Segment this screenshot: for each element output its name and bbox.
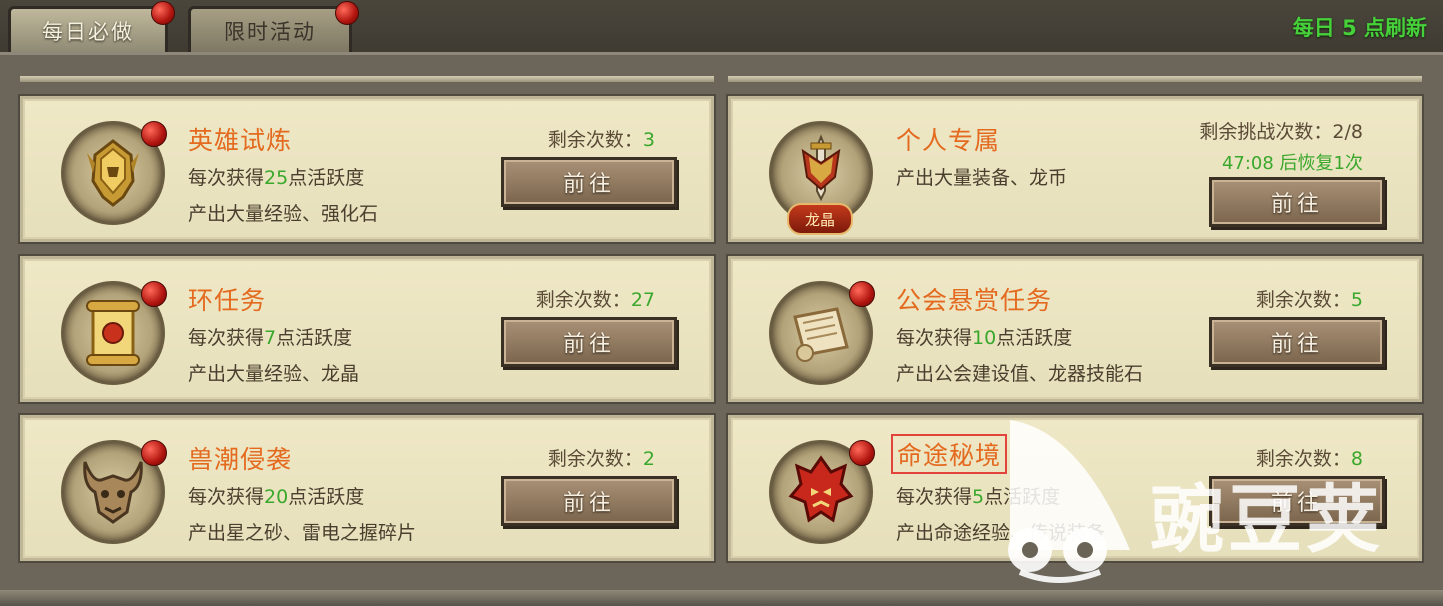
activity-output-line: 产出大量经验、强化石 (188, 203, 379, 225)
activity-title: 命途秘境 (891, 434, 1008, 474)
tab-daily-label: 每日必做 (42, 19, 134, 44)
activity-title: 个人专属 (896, 126, 1001, 155)
divider (20, 76, 714, 82)
go-button[interactable]: 前往 (1209, 177, 1385, 227)
remaining-count: 剩余次数：8 (1255, 448, 1363, 470)
notification-dot-icon (141, 121, 167, 147)
notification-dot-icon (849, 281, 875, 307)
activity-output-line: 产出大量装备、龙币 (896, 167, 1068, 189)
go-button[interactable]: 前往 (501, 317, 677, 367)
activity-output-line: 产出命途经验、传说装备 (896, 522, 1106, 544)
activity-reward-line: 每次获得10点活跃度 (896, 327, 1073, 349)
activity-title: 公会悬赏任务 (896, 286, 1053, 315)
activity-reward-line: 每次获得20点活跃度 (188, 486, 365, 508)
notification-dot-icon (141, 440, 167, 466)
go-button[interactable]: 前往 (1209, 476, 1385, 526)
go-button[interactable]: 前往 (1209, 317, 1385, 367)
go-button[interactable]: 前往 (501, 157, 677, 207)
tab-limited-event-label: 限时活动 (224, 19, 316, 44)
refresh-notice: 每日 5 点刷新 (1292, 16, 1427, 40)
activity-reward-line: 每次获得25点活跃度 (188, 167, 365, 189)
remaining-count: 剩余次数：5 (1255, 289, 1363, 311)
tab-daily[interactable]: 每日必做 (8, 1, 175, 52)
dragon-crystal-badge: 龙晶 (787, 203, 853, 235)
activity-card-loop-quest: 环任务 每次获得7点活跃度 产出大量经验、龙晶 剩余次数：27 前往 (20, 256, 714, 402)
activity-card-fate-realm: 命途秘境 每次获得5点活跃度 产出命途经验、传说装备 剩余次数：8 前往 (728, 415, 1422, 561)
remaining-count: 剩余次数：2 (547, 448, 655, 470)
remaining-count: 剩余次数：27 (535, 289, 655, 311)
activity-card-hero-trial: 英雄试炼 每次获得25点活跃度 产出大量经验、强化石 剩余次数：3 前往 (20, 96, 714, 242)
notification-dot-icon (141, 281, 167, 307)
activity-title: 环任务 (188, 286, 267, 315)
activity-output-line: 产出大量经验、龙晶 (188, 363, 360, 385)
activity-reward-line: 每次获得7点活跃度 (188, 327, 353, 349)
go-button[interactable]: 前往 (501, 476, 677, 526)
activity-title: 兽潮侵袭 (188, 445, 293, 474)
activity-title: 英雄试炼 (188, 126, 293, 155)
divider (728, 76, 1422, 82)
activity-card-beast-tide: 兽潮侵袭 每次获得20点活跃度 产出星之砂、雷电之握碎片 剩余次数：2 前往 (20, 415, 714, 561)
remaining-count: 剩余次数：3 (547, 129, 655, 151)
activity-output-line: 产出星之砂、雷电之握碎片 (188, 522, 417, 544)
notification-dot-icon (151, 1, 175, 25)
activity-output-line: 产出公会建设值、龙器技能石 (896, 363, 1144, 385)
activity-card-guild-bounty: 公会悬赏任务 每次获得10点活跃度 产出公会建设值、龙器技能石 剩余次数：5 前… (728, 256, 1422, 402)
notification-dot-icon (335, 1, 359, 25)
activity-reward-line: 每次获得5点活跃度 (896, 486, 1061, 508)
tab-limited-event[interactable]: 限时活动 (188, 1, 359, 52)
notification-dot-icon (849, 440, 875, 466)
recover-timer: 47:08 后恢复1次 (1221, 153, 1363, 174)
activity-card-personal: 龙晶 个人专属 产出大量装备、龙币 剩余挑战次数：2/8 47:08 后恢复1次… (728, 96, 1422, 242)
remaining-challenges: 剩余挑战次数：2/8 (1199, 121, 1363, 143)
bottom-border (0, 590, 1443, 606)
